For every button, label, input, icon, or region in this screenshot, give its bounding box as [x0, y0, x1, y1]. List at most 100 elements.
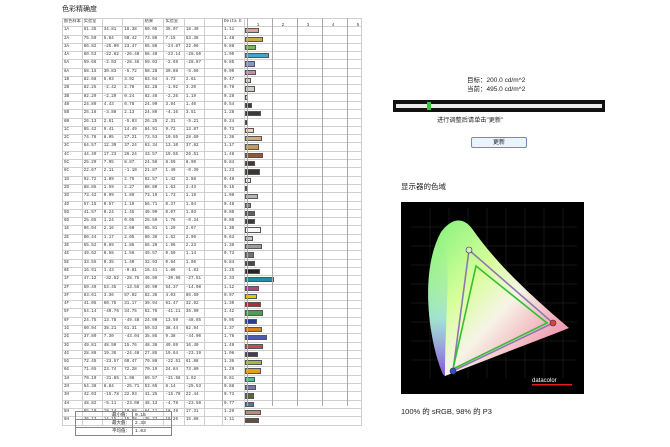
update-button[interactable]: 更新 [471, 137, 527, 148]
table-cell [204, 416, 224, 426]
brand-logo: datacolor [532, 378, 557, 384]
table-row: 3H 42.03 -15.78 22.93 41.25 -15.78 22.44 0.73 [62, 391, 363, 401]
table-cell: 53.65 [142, 383, 165, 393]
table-cell: 43.57 [142, 150, 165, 161]
table-cell: 60.05 [142, 26, 165, 36]
sample-id: 5G [62, 358, 83, 368]
table-cell: 2.61 [101, 117, 124, 127]
table-cell: 73.80 [183, 366, 206, 376]
delta-e-value: 0.90 [222, 67, 245, 78]
delta-e-value: 0.85 [222, 59, 245, 69]
table-cell: 1.73 [163, 192, 185, 202]
table-cell [204, 391, 224, 401]
table-row: 4A 60.53 -22.62 -26.40 58.40 -23.14 -28.50 1.90 [62, 51, 363, 61]
table-cell: 38.44 [163, 324, 185, 335]
delta-e-value: 1.48 [222, 341, 245, 351]
table-row: 2H 54.38 8.84 -25.71 53.65 8.14 -25.53 0.88 [62, 383, 363, 393]
table-cell [204, 308, 224, 318]
target-value: 200.0 cd/m^2 [486, 77, 526, 84]
delta-e-value: 1.37 [222, 324, 245, 335]
table-cell [204, 383, 224, 393]
table-cell: 59.03 [142, 59, 165, 69]
table-cell: -3.88 [101, 109, 124, 119]
summary-stats: 最小值： 0.15 最大值： 2.33 平均值： 1.03 [75, 411, 172, 436]
summary-row: 最大值： 2.33 [75, 419, 172, 428]
table-cell: 49.62 [81, 250, 103, 260]
table-cell: -4.16 [163, 109, 185, 119]
sample-id: 2H [62, 383, 83, 393]
table-cell [204, 275, 224, 285]
delta-e-bar-cell [243, 324, 363, 335]
table-cell: 2.60 [122, 225, 144, 235]
delta-e-value: 0.80 [222, 208, 245, 219]
table-cell: -23.57 [101, 358, 124, 368]
delta-e-value: 0.95 [222, 316, 245, 327]
table-cell: 30.88 [163, 67, 185, 78]
sample-id: 1B [62, 76, 83, 86]
slider-knob[interactable] [426, 102, 431, 110]
table-cell: 58.15 [81, 67, 103, 78]
table-cell [204, 76, 224, 86]
green-primary-marker [465, 246, 473, 254]
table-cell: 18.38 [122, 26, 144, 36]
table-cell: 53.38 [183, 34, 206, 44]
table-cell [204, 175, 224, 185]
table-row: 5D 41.57 0.24 1.45 40.99 0.07 1.03 0.80 [62, 208, 363, 219]
scale-gridline [247, 18, 248, 406]
delta-e-bar-cell [243, 117, 363, 127]
table-cell: 44.49 [81, 150, 103, 161]
table-cell: -24.48 [122, 349, 144, 360]
delta-e-value: 1.17 [222, 142, 245, 152]
table-cell: 73.53 [142, 134, 165, 144]
table-cell: 80.44 [81, 233, 103, 244]
delta-e-value: 0.73 [222, 391, 245, 401]
table-cell: -30.96 [163, 275, 185, 285]
table-cell [204, 407, 224, 418]
delta-e-value: 0.84 [222, 159, 245, 169]
table-row: 1G 60.94 38.21 61.31 59.53 38.44 62.94 1.37 [62, 324, 363, 335]
luminance-slider[interactable] [393, 100, 605, 112]
table-cell [204, 208, 224, 219]
table-cell: 1.63 [163, 183, 185, 194]
table-cell: 17.23 [101, 150, 124, 161]
table-cell: 1.89 [122, 192, 144, 202]
table-row: 6B 26.13 2.61 -5.03 26.25 2.31 -5.21 0.24 [62, 117, 363, 127]
table-cell: -1.10 [122, 167, 144, 177]
sample-id: 1E [62, 225, 83, 235]
table-row: 5F 54.14 -40.76 34.75 52.76 -41.11 35.90 1.42 [62, 308, 363, 318]
table-cell: 26.24 [122, 150, 144, 161]
table-cell: 4.03 [163, 291, 185, 302]
table-cell: 1.19 [183, 92, 206, 102]
table-cell: 59.53 [142, 324, 165, 335]
table-cell: 13.10 [163, 142, 185, 152]
table-cell: 2.78 [122, 84, 144, 94]
table-cell: 27.85 [142, 349, 165, 360]
table-cell: 59.66 [81, 59, 103, 69]
table-row: 4F 41.05 60.75 31.17 39.94 61.47 32.92 1.30 [62, 300, 363, 310]
table-cell: -48.85 [183, 316, 206, 327]
table-cell: -32.52 [101, 275, 124, 285]
delta-e-value: 0.77 [222, 399, 245, 409]
delta-e-value: 0.81 [222, 374, 245, 385]
delta-e-bar-cell [243, 233, 363, 244]
table-row: 4E 49.62 0.58 1.56 49.57 0.59 1.14 0.73 [62, 250, 363, 260]
table-cell [204, 399, 224, 409]
delta-e-bar-cell [243, 200, 363, 210]
table-cell: 48.13 [142, 399, 165, 409]
table-cell: 69.57 [142, 374, 165, 385]
table-cell: 26.25 [142, 117, 165, 127]
table-cell [204, 167, 224, 177]
table-cell [204, 250, 224, 260]
delta-e-value: 0.73 [222, 125, 245, 136]
table-cell: 0.69 [101, 241, 124, 252]
delta-e-bar-cell [243, 283, 363, 293]
sample-id: 1A [62, 26, 83, 36]
table-cell: -5.03 [122, 117, 144, 127]
table-cell: 60.94 [81, 324, 103, 335]
delta-e-value: 1.11 [222, 26, 245, 36]
table-cell: 25.29 [81, 159, 103, 169]
delta-e-value: 0.88 [222, 42, 245, 53]
table-row: 2C 74.78 8.05 27.21 73.53 10.55 28.60 1.38 [62, 134, 363, 144]
sample-id: 2A [62, 34, 83, 44]
table-cell: 22.96 [183, 42, 206, 53]
